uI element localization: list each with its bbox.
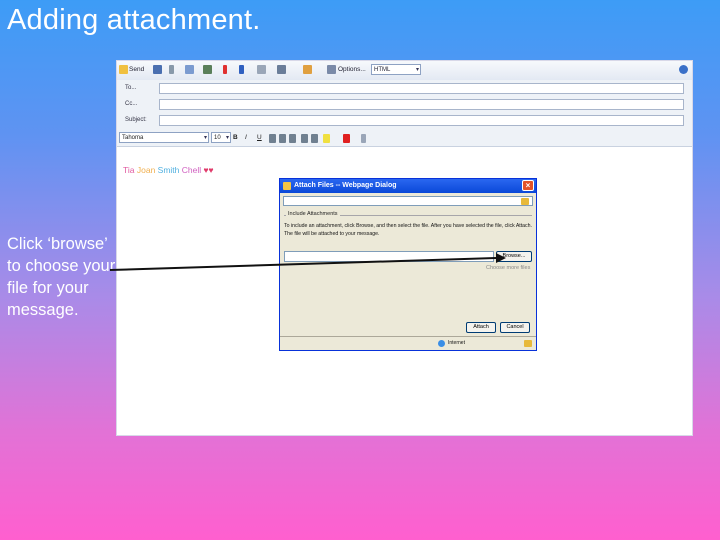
- pointer-line: [109, 257, 497, 271]
- pointer-arrow: [109, 253, 506, 271]
- pointer-arrowhead: [496, 253, 506, 263]
